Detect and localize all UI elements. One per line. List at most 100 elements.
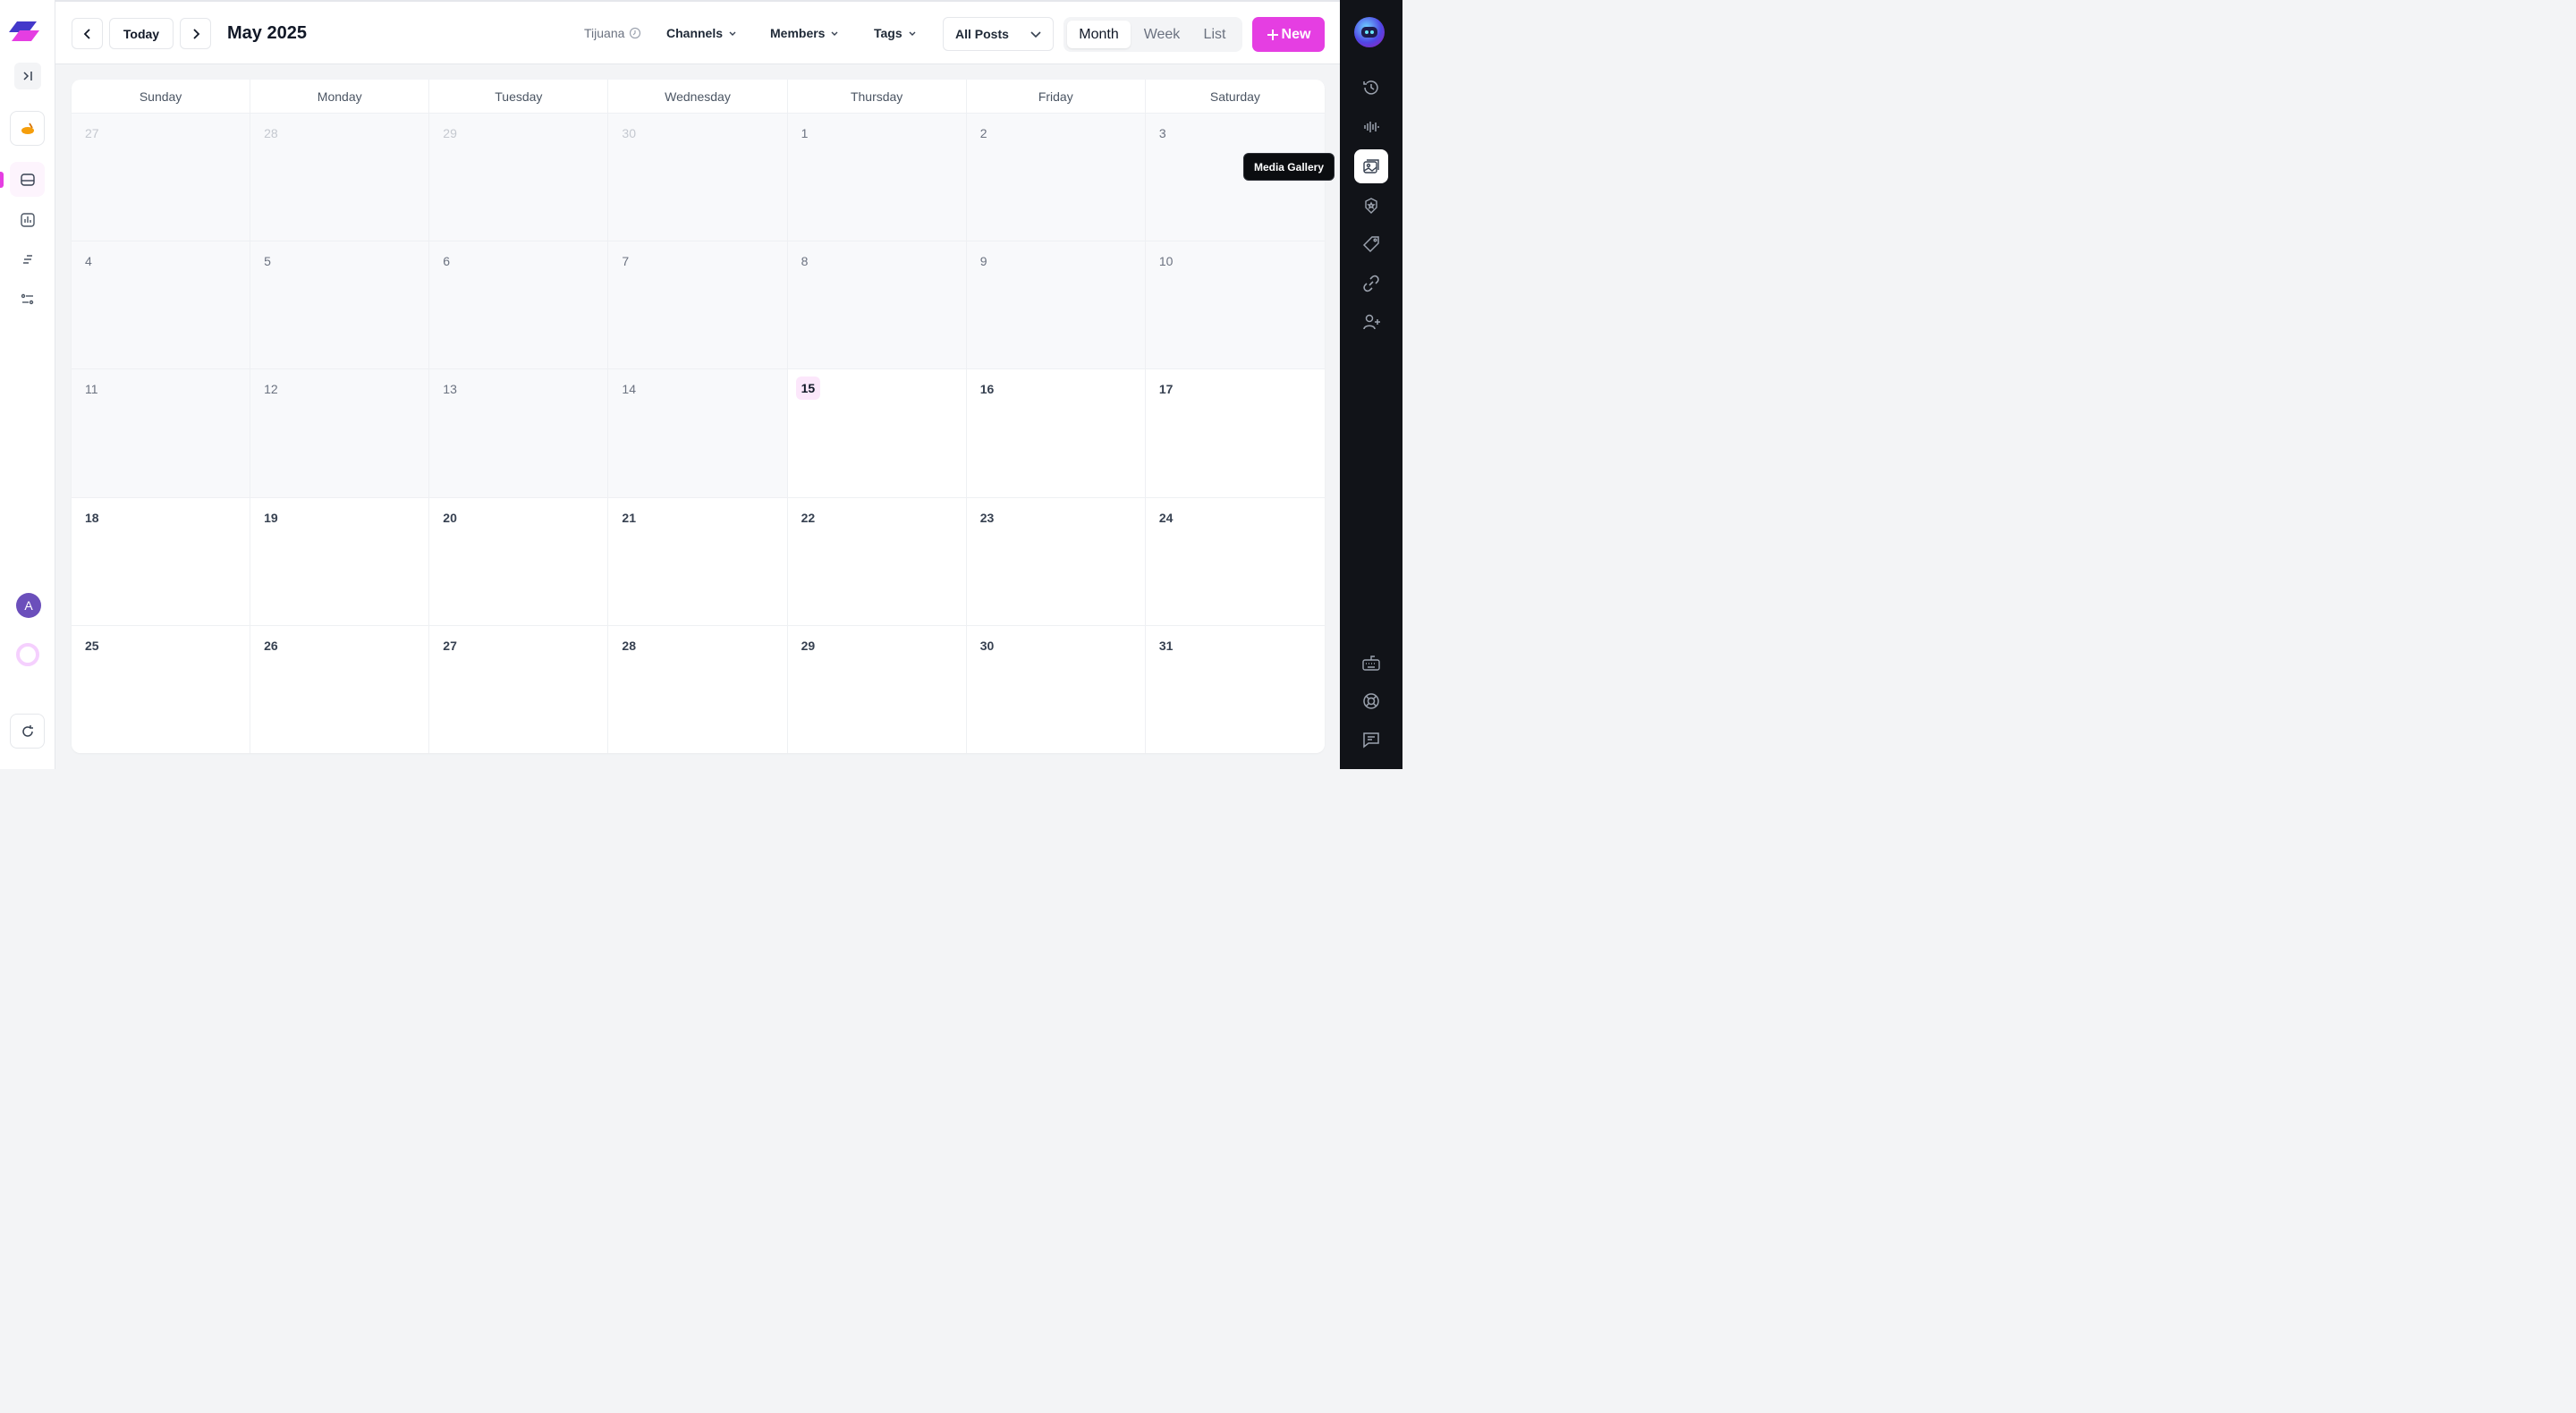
help-button[interactable] xyxy=(1354,684,1388,718)
invite-member-button[interactable] xyxy=(1354,305,1388,339)
feedback-button[interactable] xyxy=(1354,723,1388,757)
date-number: 14 xyxy=(622,382,636,397)
date-number: 5 xyxy=(264,254,271,269)
date-number: 31 xyxy=(1158,638,1174,653)
day-cell[interactable]: 23 xyxy=(966,496,1146,625)
date-number: 11 xyxy=(85,382,98,397)
day-cell[interactable]: 9 xyxy=(966,241,1146,369)
view-week-tab[interactable]: Week xyxy=(1137,21,1187,48)
day-cell[interactable]: 17 xyxy=(1145,368,1325,497)
tags-filter[interactable]: Tags xyxy=(874,26,917,40)
day-cell[interactable]: 11 xyxy=(72,368,251,497)
day-cell[interactable]: 2 xyxy=(966,113,1146,241)
day-cell[interactable]: 8 xyxy=(787,241,967,369)
day-cell[interactable]: 30 xyxy=(608,113,788,241)
analytics-icon xyxy=(20,212,35,227)
post-filter-select[interactable]: All Posts xyxy=(943,17,1054,51)
date-number: 21 xyxy=(622,510,636,525)
clock-icon xyxy=(630,27,641,39)
nav-queue[interactable] xyxy=(10,241,45,276)
day-cell[interactable]: 18 xyxy=(72,496,251,625)
weekday-header: Sunday Monday Tuesday Wednesday Thursday Frid… xyxy=(72,80,1325,113)
day-cell[interactable]: 10 xyxy=(1145,241,1325,369)
day-cell[interactable]: 14 xyxy=(608,368,788,497)
cooking-pot-icon xyxy=(21,123,34,134)
date-number: 13 xyxy=(443,382,457,397)
links-button[interactable] xyxy=(1354,267,1388,300)
date-number: 9 xyxy=(979,254,987,269)
expand-sidebar-button[interactable] xyxy=(14,63,41,89)
history-icon xyxy=(1363,80,1378,95)
weekday-header-tuesday: Tuesday xyxy=(429,80,609,113)
nav-analytics[interactable] xyxy=(10,202,45,237)
next-month-button[interactable] xyxy=(180,18,211,49)
tags-button[interactable] xyxy=(1354,227,1388,261)
day-cell[interactable]: 26 xyxy=(250,624,430,753)
day-cell[interactable]: 5 xyxy=(250,241,430,369)
date-number: 27 xyxy=(443,638,457,653)
app-logo[interactable] xyxy=(9,20,39,43)
day-cell[interactable]: 22 xyxy=(787,496,967,625)
media-gallery-tooltip: Media Gallery xyxy=(1243,153,1335,181)
day-cell[interactable]: 20 xyxy=(429,496,609,625)
history-button[interactable] xyxy=(1354,71,1388,105)
date-number: 10 xyxy=(1158,254,1174,269)
date-number: 8 xyxy=(801,254,809,269)
day-cell[interactable]: 15 xyxy=(787,368,967,497)
workspace-button[interactable] xyxy=(10,111,45,146)
nav-calendar[interactable] xyxy=(10,162,45,197)
day-cell[interactable]: 24 xyxy=(1145,496,1325,625)
new-post-button[interactable]: New xyxy=(1252,17,1325,52)
day-cell[interactable]: 29 xyxy=(429,113,609,241)
chevron-left-icon xyxy=(83,28,90,39)
plus-icon xyxy=(1267,29,1278,40)
weekday-header-wednesday: Wednesday xyxy=(608,80,788,113)
day-cell[interactable]: 25 xyxy=(72,624,251,753)
day-cell[interactable]: 31 xyxy=(1145,624,1325,753)
day-cell[interactable]: 21 xyxy=(608,496,788,625)
day-cell[interactable]: 27 xyxy=(429,624,609,753)
day-cell[interactable]: 30 xyxy=(966,624,1146,753)
day-cell[interactable]: 1 xyxy=(787,113,967,241)
day-cell[interactable]: 27 xyxy=(72,113,251,241)
chevron-down-icon xyxy=(831,31,838,36)
keyboard-shortcuts-button[interactable] xyxy=(1354,646,1388,680)
date-number: 24 xyxy=(1158,510,1174,525)
badge-star-icon xyxy=(1365,198,1377,214)
day-cell[interactable]: 13 xyxy=(429,368,609,497)
day-cell[interactable]: 7 xyxy=(608,241,788,369)
day-cell[interactable]: 29 xyxy=(787,624,967,753)
media-gallery-button[interactable] xyxy=(1354,149,1388,183)
today-button[interactable]: Today xyxy=(109,18,174,49)
members-filter[interactable]: Members xyxy=(770,26,839,40)
badge-button[interactable] xyxy=(1354,189,1388,223)
previous-month-button[interactable] xyxy=(72,18,103,49)
view-list-tab[interactable]: List xyxy=(1194,21,1235,48)
nav-settings[interactable] xyxy=(10,282,45,317)
top-toolbar: Today May 2025 Tijuana Channels Members … xyxy=(55,0,1340,64)
timezone-selector[interactable]: Tijuana xyxy=(584,26,641,40)
user-plus-icon xyxy=(1363,314,1380,330)
assistant-bot-button[interactable] xyxy=(1354,17,1385,47)
date-number: 29 xyxy=(443,126,457,140)
chevron-down-icon xyxy=(729,31,736,36)
day-cell[interactable]: 16 xyxy=(966,368,1146,497)
weekday-header-saturday: Saturday xyxy=(1209,89,1260,104)
view-month-tab[interactable]: Month xyxy=(1067,21,1131,48)
weekday-header-sunday: Sunday xyxy=(72,80,251,113)
audio-button[interactable] xyxy=(1354,110,1388,144)
left-sidebar: A xyxy=(0,0,55,769)
day-cell[interactable]: 28 xyxy=(250,113,430,241)
right-sidebar xyxy=(1340,0,1402,769)
day-cell[interactable]: 12 xyxy=(250,368,430,497)
user-avatar[interactable]: A xyxy=(16,593,41,618)
date-number: 12 xyxy=(264,382,278,397)
channels-filter[interactable]: Channels xyxy=(666,26,737,40)
timezone-label: Tijuana xyxy=(584,26,625,40)
day-cell[interactable]: 4 xyxy=(72,241,251,369)
day-cell[interactable]: 6 xyxy=(429,241,609,369)
date-number: 7 xyxy=(622,254,630,269)
day-cell[interactable]: 19 xyxy=(250,496,430,625)
day-cell[interactable]: 28 xyxy=(608,624,788,753)
refresh-button[interactable] xyxy=(10,714,45,749)
